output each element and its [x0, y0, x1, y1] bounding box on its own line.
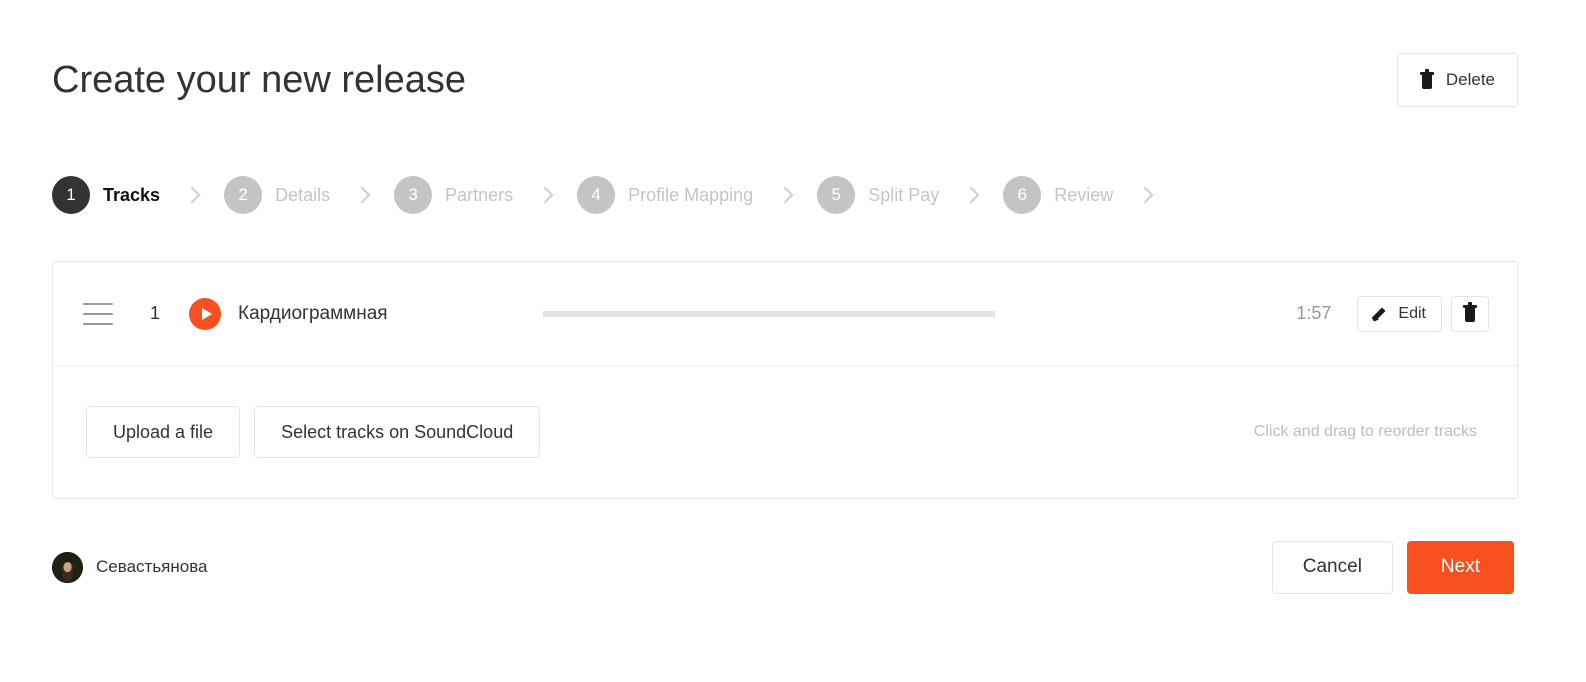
- step-profile-mapping[interactable]: 4 Profile Mapping: [577, 176, 753, 214]
- delete-track-button[interactable]: [1451, 295, 1489, 332]
- trash-icon: [1419, 68, 1434, 89]
- select-soundcloud-tracks-button[interactable]: Select tracks on SoundCloud: [254, 406, 541, 458]
- step-label: Tracks: [103, 184, 161, 205]
- upload-file-button[interactable]: Upload a file: [86, 406, 241, 458]
- step-separator: [160, 186, 224, 204]
- step-number: 6: [1003, 176, 1042, 214]
- edit-track-label: Edit: [1398, 304, 1426, 322]
- chevron-right-icon: [183, 186, 201, 204]
- stepper: 1 Tracks 2 Details 3 Partners 4 Profile …: [52, 176, 1177, 214]
- username: Севастьянова: [96, 557, 208, 576]
- chevron-right-icon: [776, 186, 794, 204]
- step-details[interactable]: 2 Details: [224, 176, 330, 214]
- step-review[interactable]: 6 Review: [1003, 176, 1113, 214]
- step-split-pay[interactable]: 5 Split Pay: [817, 176, 939, 214]
- track-index: 1: [149, 303, 160, 323]
- track-title: Кардиограммная: [238, 302, 388, 324]
- step-separator: [330, 186, 394, 204]
- step-separator: [939, 186, 1003, 204]
- avatar: [52, 551, 83, 583]
- tracks-card-footer: Upload a file Select tracks on SoundClou…: [53, 366, 1517, 498]
- edit-track-button[interactable]: Edit: [1357, 295, 1442, 332]
- cancel-button[interactable]: Cancel: [1271, 540, 1393, 594]
- chevron-right-icon: [962, 186, 980, 204]
- bottom-actions: Cancel Next: [1271, 540, 1514, 594]
- page-title: Create your new release: [52, 59, 466, 101]
- step-separator: [1113, 186, 1177, 204]
- step-separator: [513, 186, 577, 204]
- drag-handle-icon[interactable]: [83, 302, 113, 325]
- delete-release-label: Delete: [1445, 70, 1495, 89]
- step-number: 3: [394, 176, 433, 214]
- reorder-hint: Click and drag to reorder tracks: [1253, 423, 1477, 440]
- play-icon[interactable]: [189, 297, 221, 330]
- tracks-card: 1 Кардиограммная 1:57 Edit Upload a file…: [52, 261, 1518, 499]
- bottom-bar: Севастьянова Cancel Next: [52, 540, 1514, 594]
- tracks-add-actions: Upload a file Select tracks on SoundClou…: [86, 406, 541, 458]
- user-account[interactable]: Севастьянова: [52, 551, 208, 583]
- step-separator: [753, 186, 817, 204]
- step-label: Split Pay: [868, 184, 940, 205]
- chevron-right-icon: [353, 186, 371, 204]
- delete-release-button[interactable]: Delete: [1396, 53, 1518, 107]
- table-row[interactable]: 1 Кардиограммная 1:57 Edit: [53, 262, 1517, 366]
- step-label: Details: [275, 184, 331, 205]
- step-number: 4: [577, 176, 616, 214]
- step-number: 2: [224, 176, 263, 214]
- step-number: 1: [52, 176, 90, 214]
- pencil-icon: [1373, 306, 1389, 322]
- create-release-page: Create your new release Delete 1 Tracks …: [0, 0, 1586, 682]
- step-label: Partners: [445, 184, 514, 205]
- step-tracks[interactable]: 1 Tracks: [52, 176, 160, 214]
- step-label: Review: [1054, 184, 1114, 205]
- track-duration: 1:57: [1296, 303, 1332, 323]
- chevron-right-icon: [1136, 186, 1154, 204]
- next-button[interactable]: Next: [1406, 540, 1514, 594]
- step-label: Profile Mapping: [628, 184, 754, 205]
- chevron-right-icon: [536, 186, 554, 204]
- track-waveform[interactable]: [388, 294, 1297, 334]
- trash-icon: [1463, 302, 1477, 322]
- step-number: 5: [817, 176, 856, 214]
- page-header: Create your new release Delete: [52, 48, 1518, 112]
- step-partners[interactable]: 3 Partners: [394, 176, 513, 214]
